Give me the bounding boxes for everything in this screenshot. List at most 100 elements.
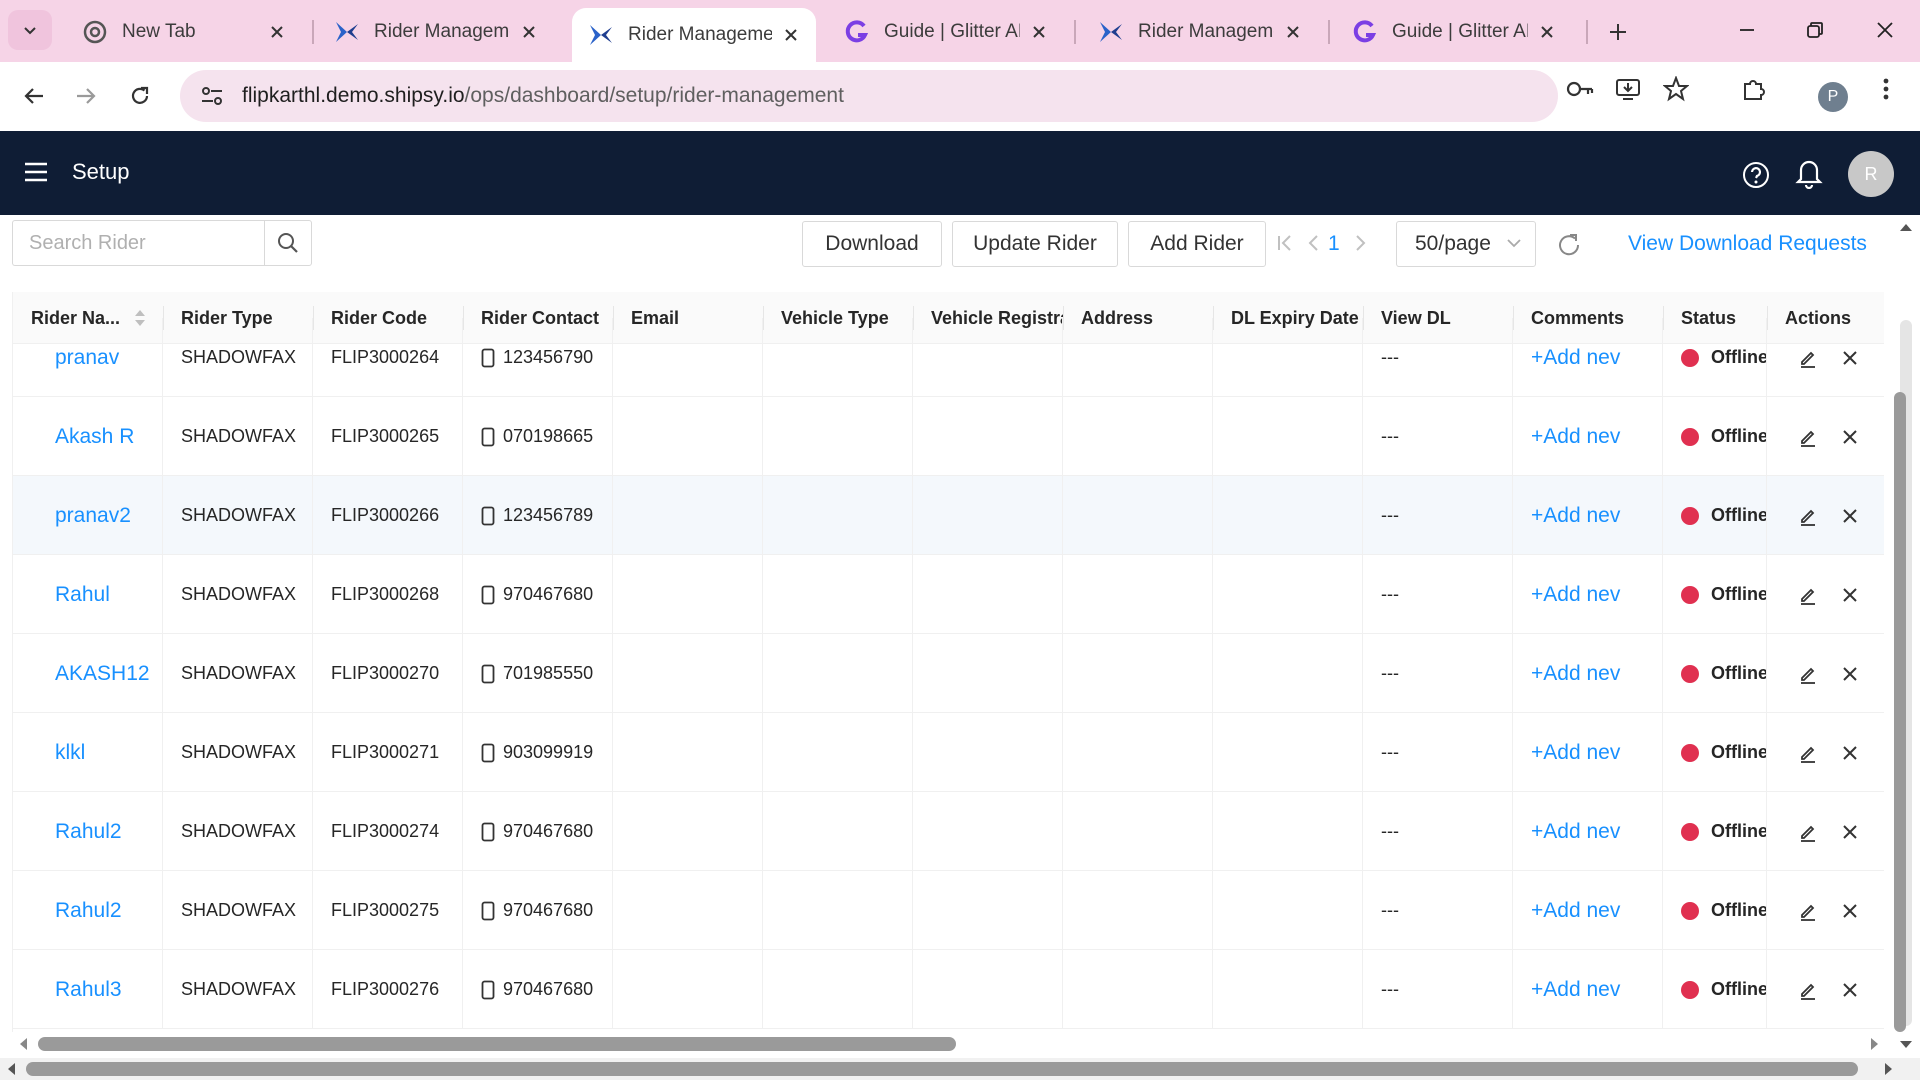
password-key-icon[interactable] <box>1566 75 1594 103</box>
edit-icon[interactable] <box>1797 742 1819 764</box>
cell-dl-expiry-date <box>1213 871 1363 950</box>
prev-page-icon[interactable] <box>1302 232 1324 254</box>
edit-icon[interactable] <box>1797 979 1819 1001</box>
window-close-button[interactable] <box>1860 10 1910 50</box>
bookmark-star-icon[interactable] <box>1662 75 1690 103</box>
scroll-up-arrow-icon[interactable] <box>1898 220 1914 236</box>
browser-tab-glitter-guide[interactable]: Guide | Glitter AI <box>1336 8 1572 56</box>
refresh-icon[interactable] <box>1556 232 1582 258</box>
rider-name-link[interactable]: Rahul2 <box>55 899 122 923</box>
page-size-select[interactable]: 50/page <box>1396 221 1536 267</box>
rider-name-link[interactable]: Rahul <box>55 583 110 607</box>
add-comment-link[interactable]: +Add nev <box>1531 583 1620 607</box>
edit-icon[interactable] <box>1797 900 1819 922</box>
install-app-icon[interactable] <box>1614 75 1642 103</box>
current-page[interactable]: 1 <box>1328 232 1340 256</box>
help-icon[interactable] <box>1742 161 1770 189</box>
phone-icon <box>481 980 495 999</box>
close-icon[interactable] <box>1028 21 1050 43</box>
minimize-button[interactable] <box>1722 10 1772 50</box>
add-comment-link[interactable]: +Add nev <box>1531 741 1620 765</box>
close-icon[interactable] <box>1282 21 1304 43</box>
rider-name-link[interactable]: Akash R <box>55 425 134 449</box>
table-horizontal-scrollbar-thumb[interactable] <box>38 1037 956 1051</box>
add-comment-link[interactable]: +Add nev <box>1531 346 1620 370</box>
cell-text: --- <box>1381 742 1399 762</box>
site-info-icon[interactable] <box>186 70 238 122</box>
browser-tab-new-tab[interactable]: New Tab <box>66 8 302 56</box>
close-icon[interactable] <box>1839 663 1861 685</box>
browser-tab-glitter-guide[interactable]: Guide | Glitter AI <box>828 8 1064 56</box>
rider-name-link[interactable]: pranav <box>55 346 119 370</box>
add-comment-link[interactable]: +Add nev <box>1531 504 1620 528</box>
browser-tab-rider-management[interactable]: Rider Managemen <box>318 8 554 56</box>
page-horizontal-scrollbar-thumb[interactable] <box>26 1062 1858 1076</box>
new-tab-button[interactable] <box>1600 14 1636 50</box>
browser-tab-rider-management[interactable]: Rider Managemen <box>1082 8 1318 56</box>
edit-icon[interactable] <box>1797 663 1819 685</box>
edit-icon[interactable] <box>1797 505 1819 527</box>
add-comment-link[interactable]: +Add nev <box>1531 820 1620 844</box>
cell-status: Offline <box>1663 792 1767 871</box>
close-icon[interactable] <box>1839 821 1861 843</box>
extensions-icon[interactable] <box>1740 75 1768 103</box>
search-rider-input[interactable] <box>12 220 264 266</box>
close-icon[interactable] <box>1839 900 1861 922</box>
forward-button[interactable] <box>66 76 106 116</box>
edit-icon[interactable] <box>1797 821 1819 843</box>
download-button[interactable]: Download <box>802 221 942 267</box>
close-icon[interactable] <box>1839 426 1861 448</box>
close-icon[interactable] <box>266 21 288 43</box>
cell-vehicle-registration <box>913 397 1063 476</box>
edit-icon[interactable] <box>1797 426 1819 448</box>
close-icon[interactable] <box>1839 584 1861 606</box>
close-icon[interactable] <box>1839 979 1861 1001</box>
arrow-left-icon <box>24 88 43 104</box>
edit-icon[interactable] <box>1797 584 1819 606</box>
notification-bell-icon[interactable] <box>1794 157 1824 189</box>
add-rider-button[interactable]: Add Rider <box>1128 221 1266 267</box>
tab-search-button[interactable] <box>8 10 52 50</box>
rider-name-link[interactable]: pranav2 <box>55 504 131 528</box>
view-download-requests-link[interactable]: View Download Requests <box>1628 232 1867 256</box>
edit-icon[interactable] <box>1797 347 1819 369</box>
cell-rider-code: FLIP3000265 <box>313 397 463 476</box>
add-comment-link[interactable]: +Add nev <box>1531 662 1620 686</box>
browser-tab-rider-management-active[interactable]: Rider Managemen <box>572 8 816 62</box>
cell-email <box>613 555 763 634</box>
close-icon[interactable] <box>780 24 802 46</box>
close-icon[interactable] <box>1839 742 1861 764</box>
scroll-right-arrow-icon[interactable] <box>1866 1036 1882 1052</box>
scroll-left-arrow-icon[interactable] <box>16 1036 32 1052</box>
add-comment-link[interactable]: +Add nev <box>1531 978 1620 1002</box>
rider-name-link[interactable]: Rahul3 <box>55 978 122 1002</box>
scroll-right-arrow-icon[interactable] <box>1880 1061 1896 1077</box>
next-page-icon[interactable] <box>1350 232 1372 254</box>
close-icon[interactable] <box>1536 21 1558 43</box>
rider-name-link[interactable]: AKASH12 <box>55 662 150 686</box>
add-comment-link[interactable]: +Add nev <box>1531 899 1620 923</box>
menu-icon[interactable] <box>24 161 48 183</box>
close-icon[interactable] <box>1839 505 1861 527</box>
vertical-scrollbar-thumb[interactable] <box>1894 392 1906 1032</box>
cell-vehicle-type <box>763 397 913 476</box>
close-icon[interactable] <box>518 21 540 43</box>
cell-text: --- <box>1381 347 1399 367</box>
scroll-down-arrow-icon[interactable] <box>1898 1036 1914 1052</box>
restore-button[interactable] <box>1790 10 1840 50</box>
address-bar[interactable]: flipkarthl.demo.shipsy.io/ops/dashboard/… <box>180 70 1558 122</box>
scroll-left-arrow-icon[interactable] <box>4 1061 20 1077</box>
first-page-icon[interactable] <box>1274 232 1296 254</box>
kebab-menu-icon[interactable] <box>1872 75 1900 103</box>
reload-button[interactable] <box>120 76 160 116</box>
profile-avatar[interactable]: P <box>1818 82 1848 112</box>
update-rider-button[interactable]: Update Rider <box>952 221 1118 267</box>
search-button[interactable] <box>264 220 312 266</box>
cell-rider-code: FLIP3000275 <box>313 871 463 950</box>
rider-name-link[interactable]: Rahul2 <box>55 820 122 844</box>
rider-name-link[interactable]: klkl <box>55 741 85 765</box>
add-comment-link[interactable]: +Add nev <box>1531 425 1620 449</box>
user-avatar[interactable]: R <box>1848 151 1894 197</box>
back-button[interactable] <box>14 76 54 116</box>
close-icon[interactable] <box>1839 347 1861 369</box>
